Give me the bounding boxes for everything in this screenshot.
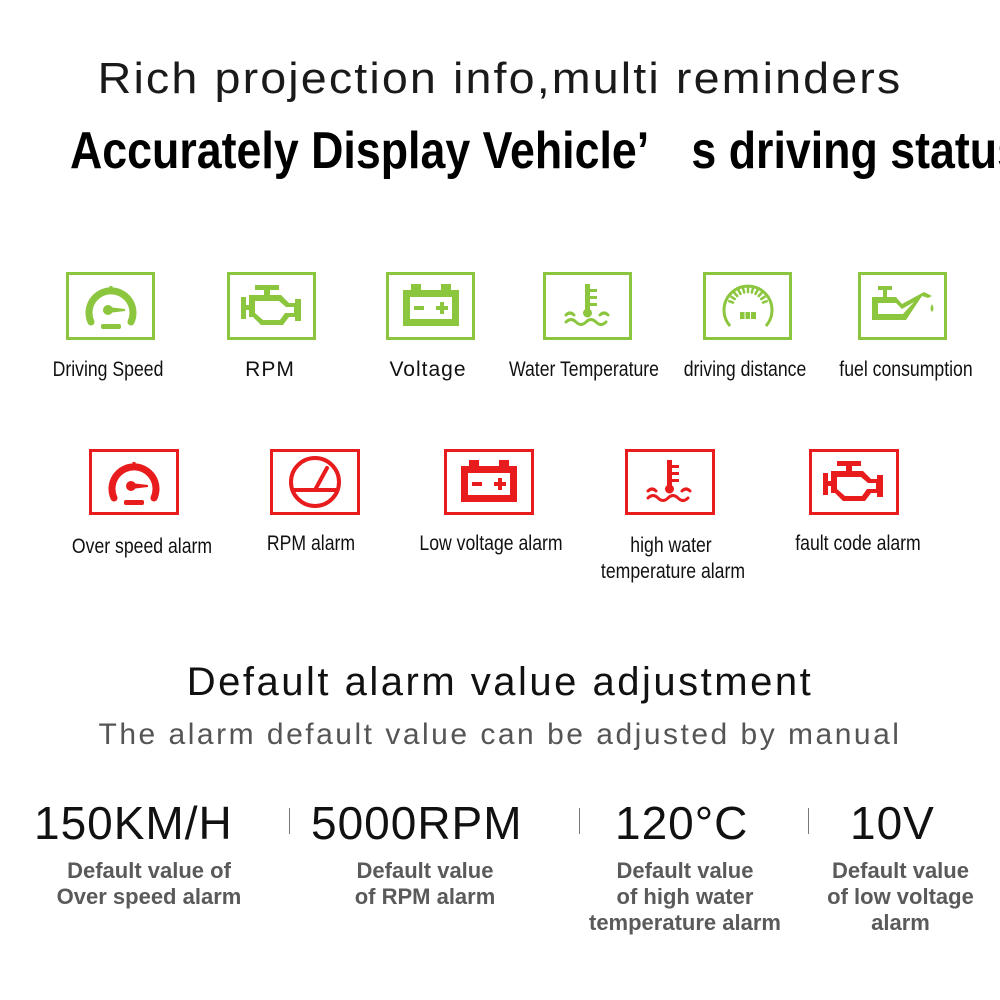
odometer-tick	[732, 291, 739, 298]
engine-icon	[240, 285, 301, 325]
headline: Rich projection info,multi reminders	[97, 54, 903, 103]
info-item-driving-distance	[703, 272, 792, 340]
alarm-label-rpm: RPM alarm	[266, 532, 356, 555]
odometer-tick	[736, 289, 742, 296]
info-label-rpm: RPM	[245, 358, 295, 381]
odometer-tick	[759, 295, 766, 301]
alarm-label-fault-code: fault code alarm	[795, 532, 921, 555]
engine-icon	[823, 461, 883, 501]
odometer-tick	[727, 299, 734, 304]
separator	[579, 808, 580, 834]
default-value-voltage: 10V	[850, 797, 935, 849]
info-label-driving-distance: driving distance	[683, 358, 807, 381]
info-label-water-temperature: Water Temperature	[508, 358, 659, 381]
odometer-tick	[729, 295, 736, 301]
info-item-fuel-consumption	[858, 272, 947, 340]
oil-can-icon	[871, 286, 933, 320]
separator	[808, 808, 809, 834]
speedometer-icon	[85, 286, 136, 329]
info-item-rpm	[227, 272, 316, 340]
odometer-tick	[756, 291, 763, 298]
separator	[289, 808, 290, 834]
desc-line: Over speed alarm	[56, 884, 242, 909]
odometer-icon	[722, 284, 773, 327]
default-desc-voltage: Default value of low voltage alarm	[818, 858, 983, 936]
info-item-voltage	[386, 272, 475, 340]
alarm-item-rpm	[270, 449, 360, 515]
tachometer-icon	[289, 456, 341, 508]
desc-line: alarm	[871, 910, 930, 935]
desc-line: Default value	[832, 858, 969, 883]
default-value-rpm: 5000RPM	[311, 797, 523, 849]
coolant-temperature-icon	[646, 460, 692, 502]
alarm-item-high-water-temperature	[625, 449, 715, 515]
desc-line: Default value of	[67, 858, 231, 883]
desc-line: of RPM alarm	[354, 884, 496, 909]
info-label-fuel-consumption: fuel consumption	[839, 358, 973, 381]
alarm-item-low-voltage	[444, 449, 534, 515]
alarm-item-over-speed	[89, 449, 179, 515]
alarm-label-low-voltage: Low voltage alarm	[419, 532, 563, 555]
odometer-tick	[761, 299, 768, 304]
alarm-label-over-speed: Over speed alarm	[71, 535, 213, 558]
coolant-temperature-icon	[564, 284, 609, 326]
section-subtitle: The alarm default value can be adjusted …	[98, 718, 902, 751]
default-desc-water-temp: Default value of high water temperature …	[570, 858, 800, 936]
section-title: Default alarm value adjustment	[186, 660, 814, 704]
alarm-item-fault-code	[809, 449, 899, 515]
default-desc-over-speed: Default value of Over speed alarm	[34, 858, 264, 910]
alarm-label-high-water-temp-line2: temperature alarm	[600, 560, 746, 583]
alarm-label-high-water-temp-line1: high water	[630, 534, 712, 557]
desc-line: Default value	[356, 858, 494, 883]
desc-line: temperature alarm	[589, 910, 781, 935]
info-label-driving-speed: Driving Speed	[52, 358, 164, 381]
speedometer-icon	[108, 462, 160, 505]
info-item-driving-speed	[66, 272, 155, 340]
info-label-voltage: Voltage	[389, 358, 467, 381]
info-item-water-temperature	[543, 272, 632, 340]
default-value-over-speed: 150KM/H	[34, 797, 233, 849]
desc-line: Default value	[616, 858, 754, 883]
odometer-tick	[753, 289, 759, 296]
odometer-tick	[750, 287, 754, 294]
default-desc-rpm: Default value of RPM alarm	[320, 858, 530, 910]
subheadline: Accurately Display Vehicle’ s driving st…	[70, 122, 1000, 180]
battery-icon	[402, 284, 459, 326]
desc-line: of low voltage	[827, 884, 974, 909]
odometer-tick	[741, 287, 745, 294]
desc-line: of high water	[616, 884, 754, 909]
default-value-water-temp: 120°C	[615, 797, 749, 849]
battery-icon	[461, 460, 517, 502]
